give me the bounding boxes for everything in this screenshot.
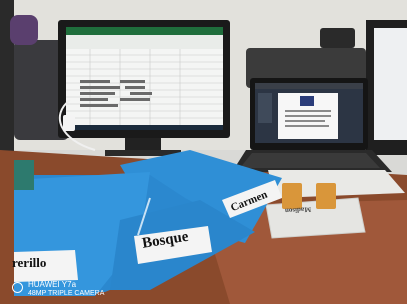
watermark-camera: 48MP TRIPLE CAMERA [28,290,105,297]
photo-scene: rerillo Bosque Carmen Madison HUAWEI Y7a… [0,0,407,304]
right-monitor-screen [374,28,407,140]
monitor-taskbar [66,125,223,130]
laptop-browser-bar [255,83,363,89]
left-cloth [14,160,34,190]
monitor-stand [125,138,161,152]
document-seal [300,96,314,106]
folder-label-left: rerillo [12,255,47,270]
camera-watermark: HUAWEI Y7a 48MP TRIPLE CAMERA [12,280,105,298]
laptop-side-panel [258,93,272,123]
usb-adapter [63,115,75,131]
spreadsheet-toolbar [66,35,223,49]
purple-object [10,15,38,45]
dark-box [320,28,355,48]
camera-logo-icon [12,282,23,293]
laptop-keyboard [240,153,380,168]
spreadsheet-ribbon-top [66,27,223,35]
watermark-model: HUAWEI Y7a [28,280,77,289]
sticky-note-right [316,183,336,209]
scene-drawing [0,0,407,304]
white-card [265,197,366,239]
